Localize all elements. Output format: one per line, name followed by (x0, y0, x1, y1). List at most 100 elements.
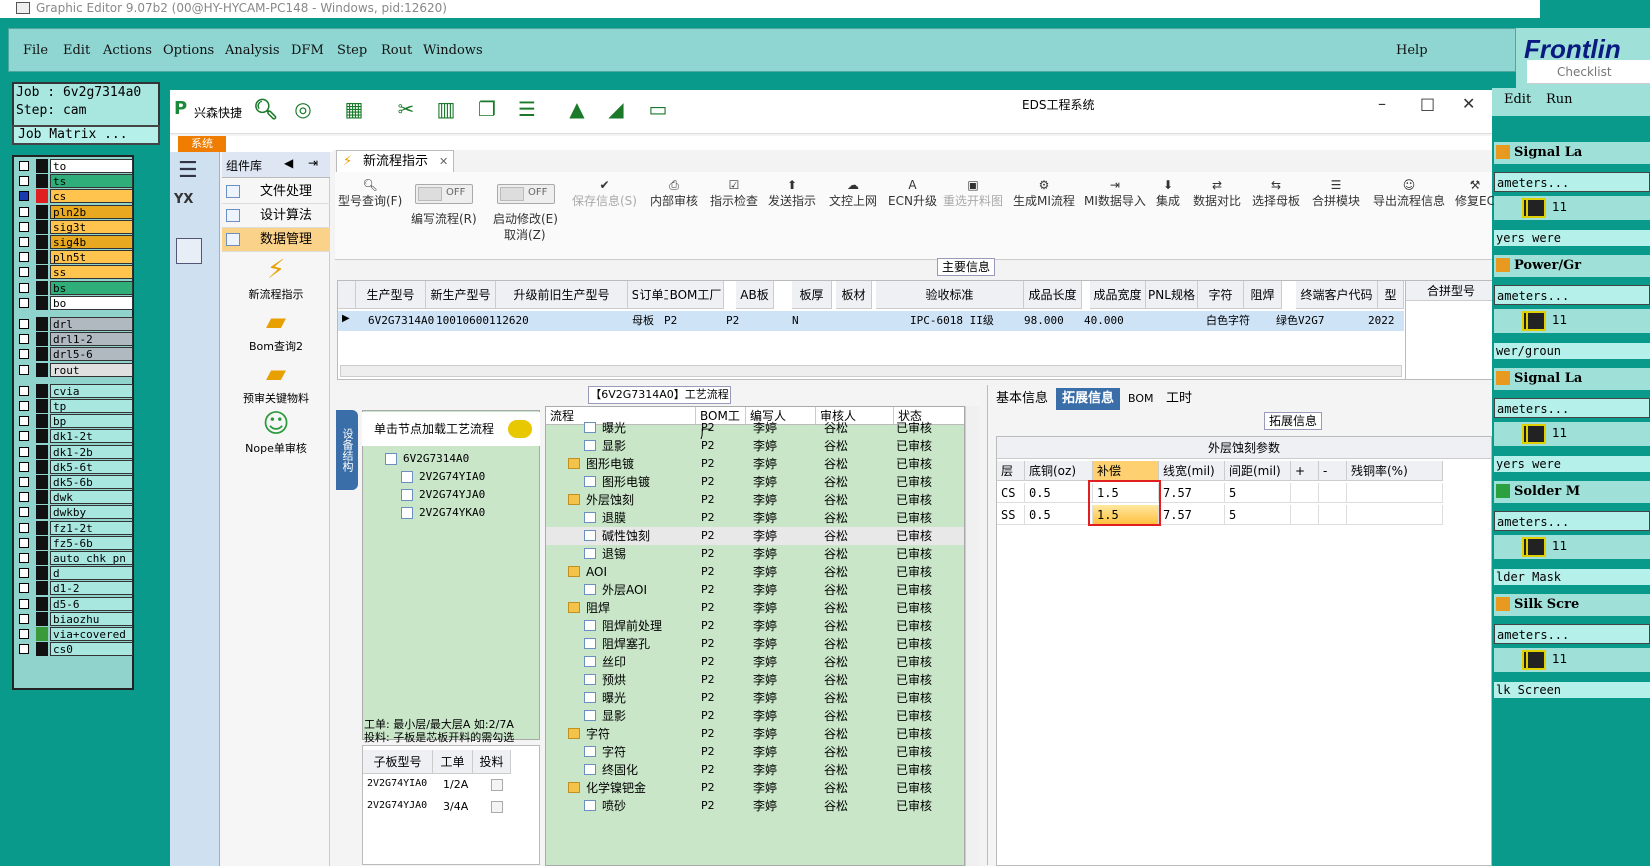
layer-row[interactable]: d1-2 (18, 581, 133, 596)
layer-name[interactable]: ts (50, 174, 133, 189)
menu-actions[interactable]: Actions (103, 43, 152, 58)
menu-rout[interactable]: Rout (381, 43, 412, 58)
off-toggle[interactable]: OFF (415, 184, 473, 204)
flow-scrollbar[interactable] (965, 406, 979, 866)
ribbon-button[interactable]: A ECN升级 (888, 178, 937, 209)
column-header[interactable]: 型 (1378, 281, 1404, 309)
ext-header[interactable]: 间距(mil) (1225, 461, 1291, 481)
layer-name[interactable]: fz5-6b (50, 535, 133, 550)
flow-row[interactable]: 喷砂 P2 李婷 谷松 已审核 (546, 797, 964, 815)
tab-basic-info[interactable]: 基本信息 (990, 388, 1054, 410)
tree-node[interactable]: 2V2G74YIA0 (401, 469, 485, 485)
layer-row[interactable]: fz1-2t (18, 520, 133, 535)
layer-row[interactable]: sig3t (18, 219, 133, 234)
lifebuoy-icon[interactable]: ◎ (292, 98, 314, 120)
prev-icon[interactable]: ◀ (284, 156, 293, 170)
layer-checkbox[interactable] (19, 221, 29, 232)
layer-name[interactable]: d1-2 (50, 581, 133, 596)
layer-name[interactable]: dk5-6b (50, 475, 133, 489)
column-header[interactable]: 阻焊 (1244, 281, 1282, 309)
column-header[interactable]: 生产型号 (356, 281, 426, 309)
flow-row[interactable]: 阻焊塞孔 P2 李婷 谷松 已审核 (546, 635, 964, 653)
flow-row[interactable]: 阻焊 P2 李婷 谷松 已审核 (546, 599, 964, 617)
layer-row[interactable]: sig4b (18, 235, 133, 249)
ribbon-button[interactable]: 🔍︎ 型号查询(F) (338, 178, 402, 209)
layer-checkbox[interactable] (19, 237, 29, 247)
layer-row[interactable]: drl1-2 (18, 332, 133, 347)
layer-name[interactable]: to (50, 159, 133, 173)
flow-row[interactable]: 图形电镀 P2 李婷 谷松 已审核 (546, 473, 964, 491)
layer-checkbox[interactable] (19, 176, 29, 187)
layer-name[interactable]: cvia (50, 383, 133, 398)
layer-checkbox[interactable] (19, 282, 29, 293)
layer-checkbox[interactable] (19, 267, 29, 278)
layer-row[interactable]: dk5-6t (18, 459, 133, 474)
flow-row[interactable]: 曝光 P2 李婷 谷松 已审核 (546, 689, 964, 707)
hamburger-icon[interactable]: ☰ (178, 158, 198, 183)
menu-windows[interactable]: Windows (423, 43, 483, 58)
tree-node[interactable]: 6V2G7314A0 (385, 451, 469, 467)
layer-checkbox[interactable] (19, 401, 29, 411)
ribbon-button[interactable]: ⇥ MI数据导入 (1084, 178, 1146, 209)
comp-bom-query[interactable]: ▰ Bom查询2 (222, 306, 330, 354)
comp-item-file[interactable]: 文件处理 (222, 180, 330, 204)
tab-new-flow[interactable]: ⚡ 新流程指示 ✕ (336, 150, 454, 172)
ribbon-label[interactable]: 取消(Z) (504, 226, 546, 243)
off-toggle[interactable]: OFF (497, 184, 555, 204)
layer-checkbox[interactable] (19, 461, 29, 472)
layer-name[interactable]: dk5-6t (50, 459, 133, 474)
column-header[interactable]: 字符 (1198, 281, 1244, 309)
layer-name[interactable]: pln5t (50, 250, 133, 265)
parameters-button[interactable]: ameters... (1494, 624, 1650, 644)
flow-row[interactable]: 曝光 P2 李婷 谷松 已审核 (546, 419, 964, 437)
ext-header[interactable]: + (1291, 461, 1319, 481)
ext-header[interactable]: - (1319, 461, 1347, 481)
layer-name[interactable]: bo (50, 295, 133, 310)
comp-prereview[interactable]: ▰ 预审关键物料 (222, 358, 330, 406)
flow-row[interactable]: 外层AOI P2 李婷 谷松 已审核 (546, 581, 964, 599)
monitor-icon[interactable]: ▭ (647, 98, 669, 120)
layer-name[interactable]: cs0 (50, 642, 133, 657)
layer-row[interactable]: dk5-6b (18, 475, 133, 489)
layer-name[interactable]: pln2b (50, 204, 133, 219)
column-header[interactable]: BOM工厂 (668, 281, 724, 309)
grid-icon[interactable]: ▦ (343, 98, 365, 120)
close-tab-icon[interactable]: ✕ (439, 151, 448, 173)
feed-checkbox[interactable] (491, 801, 503, 813)
tab-hours[interactable]: 工时 (1160, 388, 1198, 410)
ribbon-button[interactable]: ☺ 导出流程信息 (1373, 178, 1445, 209)
checklist-item[interactable]: Power/Gr (1494, 255, 1650, 277)
layer-row[interactable]: biaozhu (18, 611, 133, 626)
layer-checkbox[interactable] (19, 629, 29, 639)
layer-name[interactable]: via+covered (50, 627, 133, 641)
layer-checkbox[interactable] (19, 334, 29, 345)
yx-app-icon[interactable]: YX (174, 192, 193, 207)
ext-header[interactable]: 底铜(oz) (1025, 461, 1093, 481)
ribbon-button[interactable]: ⚙ 生成MI流程 (1013, 178, 1075, 209)
calculator-icon[interactable] (176, 238, 202, 264)
checklist-item[interactable]: Solder M (1494, 481, 1650, 503)
layer-checkbox[interactable] (19, 644, 29, 655)
layer-row[interactable]: auto_chk_pn (18, 551, 133, 565)
comp-item-data[interactable]: 数据管理 (222, 228, 330, 252)
layer-row[interactable]: cvia (18, 383, 133, 398)
layer-name[interactable]: rout (50, 362, 133, 377)
ribbon-button[interactable]: ☰ 合拼模块 (1312, 178, 1360, 209)
column-header[interactable]: AB板 (736, 281, 774, 309)
tab-bom[interactable]: BOM (1122, 388, 1160, 410)
flow-row[interactable]: 退锡 P2 李婷 谷松 已审核 (546, 545, 964, 563)
layer-row[interactable]: to (18, 159, 133, 173)
report-icon[interactable] (1526, 537, 1546, 557)
layer-name[interactable]: drl5-6 (50, 347, 133, 362)
parameters-button[interactable]: ameters... (1494, 511, 1650, 531)
flow-row[interactable]: 预烘 P2 李婷 谷松 已审核 (546, 671, 964, 689)
menu-step[interactable]: Step (337, 43, 367, 58)
layer-checkbox[interactable] (19, 349, 29, 360)
layer-name[interactable]: dk1-2t (50, 429, 133, 444)
layer-name[interactable]: auto_chk_pn (50, 551, 133, 565)
layer-checkbox[interactable] (19, 507, 29, 518)
layer-name[interactable]: dk1-2b (50, 444, 133, 459)
checklist-item[interactable]: Signal La (1494, 142, 1650, 164)
flow-row[interactable]: 碱性蚀刻 P2 李婷 谷松 已审核 (546, 527, 964, 545)
chart-icon[interactable]: ◢ (605, 98, 627, 120)
